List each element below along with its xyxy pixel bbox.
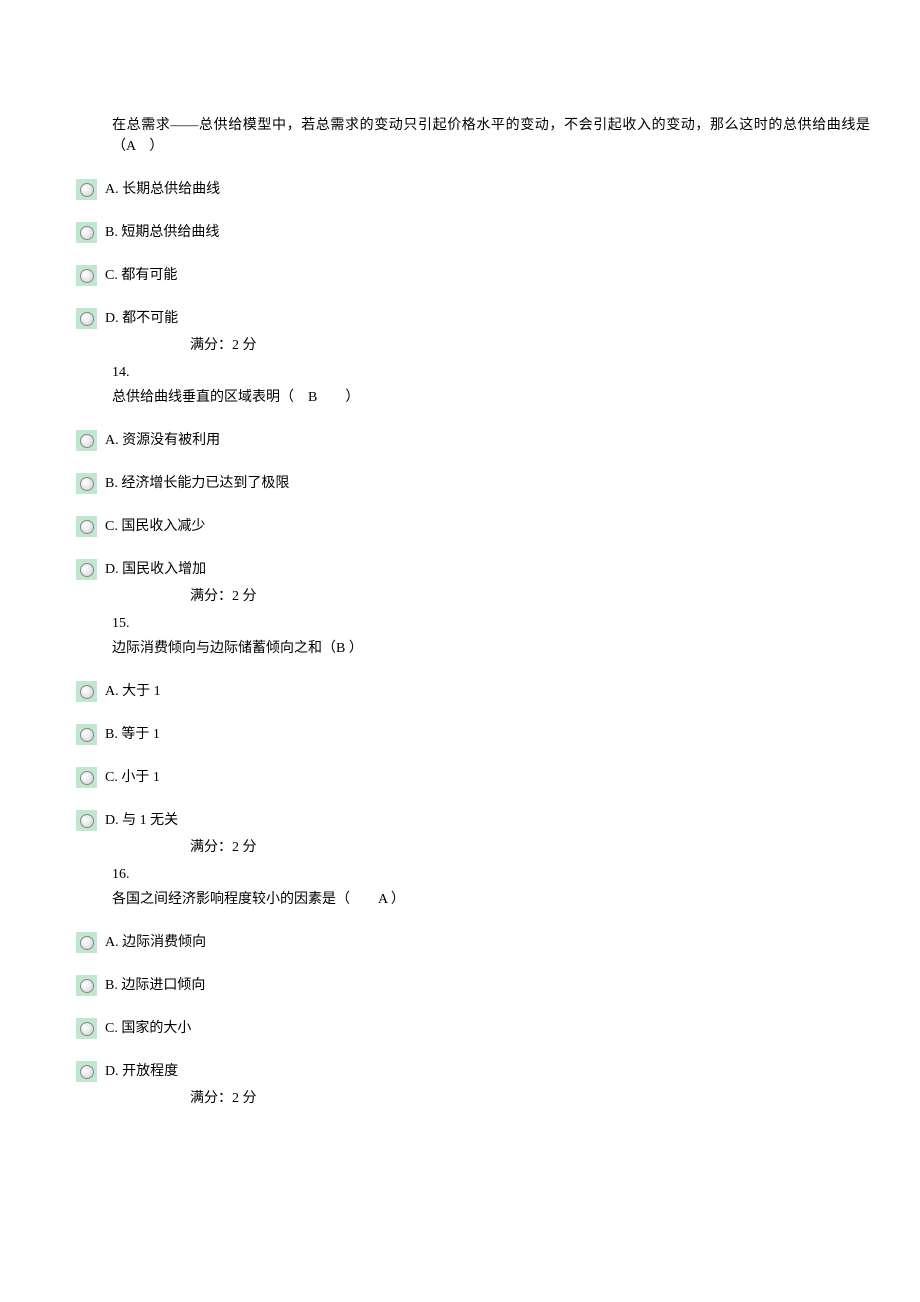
radio-icon[interactable] [76,473,97,494]
score-text: 满分：2 分 [0,1088,920,1109]
question-15-options: A. 大于 1 B. 等于 1 C. 小于 1 D. 与 1 无关 [0,681,920,831]
option-label: C. 小于 1 [105,767,160,788]
radio-icon[interactable] [76,932,97,953]
option-label: A. 边际消费倾向 [105,932,206,953]
option-label: A. 大于 1 [105,681,161,702]
option-label: D. 都不可能 [105,308,178,329]
score-text: 满分：2 分 [0,335,920,356]
document-page: 在总需求——总供给模型中，若总需求的变动只引起价格水平的变动，不会引起收入的变动… [0,0,920,1302]
option-row: D. 国民收入增加 [76,559,920,580]
option-row: D. 都不可能 [76,308,920,329]
option-row: C. 都有可能 [76,265,920,286]
radio-icon[interactable] [76,559,97,580]
option-row: C. 小于 1 [76,767,920,788]
radio-icon[interactable] [76,222,97,243]
question-13-stem: 在总需求——总供给模型中，若总需求的变动只引起价格水平的变动，不会引起收入的变动… [0,115,920,157]
radio-icon[interactable] [76,1018,97,1039]
radio-icon[interactable] [76,308,97,329]
option-row: D. 与 1 无关 [76,810,920,831]
radio-icon[interactable] [76,1061,97,1082]
option-row: A. 大于 1 [76,681,920,702]
option-label: B. 短期总供给曲线 [105,222,219,243]
question-text: 在总需求——总供给模型中，若总需求的变动只引起价格水平的变动，不会引起收入的变动… [112,118,870,154]
option-label: C. 都有可能 [105,265,177,286]
radio-icon[interactable] [76,681,97,702]
radio-icon[interactable] [76,767,97,788]
option-label: D. 开放程度 [105,1061,178,1082]
radio-icon[interactable] [76,810,97,831]
option-label: C. 国家的大小 [105,1018,191,1039]
option-label: A. 资源没有被利用 [105,430,220,451]
question-16-number: 16. [0,864,920,885]
question-14-number: 14. [0,362,920,383]
radio-icon[interactable] [76,430,97,451]
option-row: B. 经济增长能力已达到了极限 [76,473,920,494]
question-16-stem: 各国之间经济影响程度较小的因素是（ A ） [0,889,920,910]
radio-icon[interactable] [76,179,97,200]
option-row: D. 开放程度 [76,1061,920,1082]
question-16-options: A. 边际消费倾向 B. 边际进口倾向 C. 国家的大小 D. 开放程度 [0,932,920,1082]
question-15-number: 15. [0,613,920,634]
option-row: C. 国民收入减少 [76,516,920,537]
option-label: C. 国民收入减少 [105,516,205,537]
option-row: A. 资源没有被利用 [76,430,920,451]
score-text: 满分：2 分 [0,837,920,858]
option-row: A. 长期总供给曲线 [76,179,920,200]
option-label: B. 边际进口倾向 [105,975,205,996]
radio-icon[interactable] [76,724,97,745]
option-row: B. 短期总供给曲线 [76,222,920,243]
question-14-options: A. 资源没有被利用 B. 经济增长能力已达到了极限 C. 国民收入减少 D. … [0,430,920,580]
option-label: A. 长期总供给曲线 [105,179,220,200]
option-label: B. 经济增长能力已达到了极限 [105,473,289,494]
question-15-stem: 边际消费倾向与边际储蓄倾向之和（B ） [0,638,920,659]
radio-icon[interactable] [76,516,97,537]
option-row: B. 等于 1 [76,724,920,745]
question-13-options: A. 长期总供给曲线 B. 短期总供给曲线 C. 都有可能 D. 都不可能 [0,179,920,329]
radio-icon[interactable] [76,265,97,286]
option-row: C. 国家的大小 [76,1018,920,1039]
option-label: B. 等于 1 [105,724,160,745]
score-text: 满分：2 分 [0,586,920,607]
radio-icon[interactable] [76,975,97,996]
question-14-stem: 总供给曲线垂直的区域表明（ B ） [0,387,920,408]
option-label: D. 国民收入增加 [105,559,206,580]
option-row: A. 边际消费倾向 [76,932,920,953]
option-label: D. 与 1 无关 [105,810,178,831]
option-row: B. 边际进口倾向 [76,975,920,996]
